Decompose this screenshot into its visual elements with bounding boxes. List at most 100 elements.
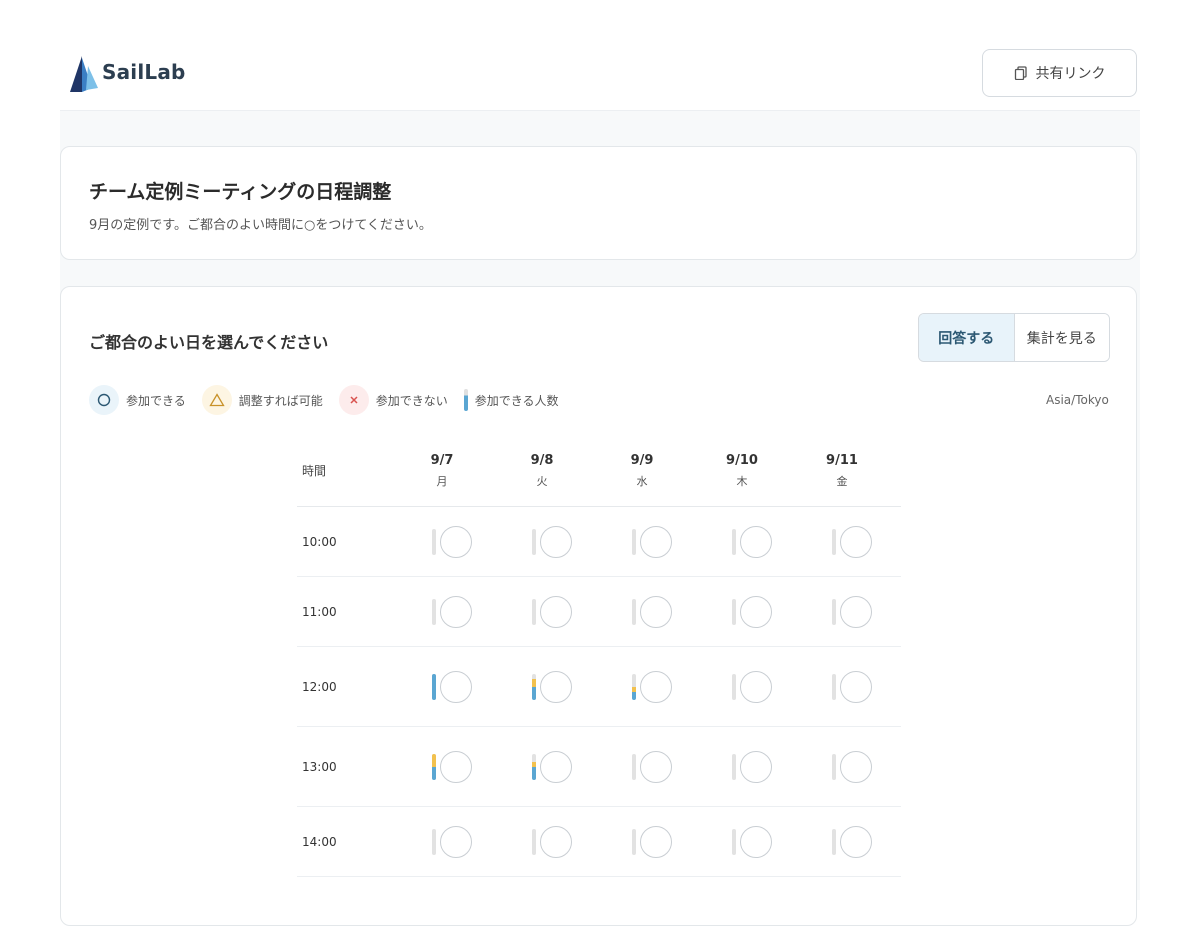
answer-circle-button[interactable] [740, 525, 772, 558]
availability-cell [832, 670, 872, 703]
count-bar [432, 528, 436, 555]
count-bar [732, 828, 736, 855]
answer-circle-button[interactable] [740, 825, 772, 858]
availability-cell [632, 750, 672, 783]
answer-circle-button[interactable] [840, 595, 872, 628]
row-time: 11:00 [302, 604, 337, 619]
count-bar [832, 828, 836, 855]
availability-cell [732, 525, 772, 558]
count-bar [732, 598, 736, 625]
schedule-table: 時間 9/7 月 9/8 火 9/9 水 9/10 木 9/11 金 10:00 11:00 12:0… [297, 437, 901, 877]
table-row: 14:00 [297, 807, 901, 877]
time-column-header: 時間 [302, 464, 327, 478]
legend-maybe: 調整すれば可能 [201, 385, 323, 415]
count-bar [732, 673, 736, 700]
legend-no-label: 参加できない [375, 393, 448, 408]
day-weekday: 火 [536, 475, 548, 488]
count-bar [732, 753, 736, 780]
day-date: 9/10 [726, 453, 758, 468]
availability-cell [832, 750, 872, 783]
legend-count: 参加できる人数 [463, 389, 559, 411]
copy-icon [1014, 66, 1027, 80]
legend-ok-label: 参加できる [126, 393, 186, 408]
answer-tab[interactable]: 回答する [919, 314, 1015, 361]
brand-name: SailLab [102, 60, 186, 84]
answer-circle-button[interactable] [640, 750, 672, 783]
day-header: 9/10 木 [712, 453, 772, 489]
day-header: 9/9 水 [612, 453, 672, 489]
table-row: 11:00 [297, 577, 901, 647]
availability-cell [532, 670, 572, 703]
answer-circle-button[interactable] [840, 825, 872, 858]
row-time: 14:00 [302, 834, 337, 849]
day-weekday: 木 [736, 475, 748, 488]
answer-circle-button[interactable] [740, 595, 772, 628]
answer-circle-button[interactable] [840, 670, 872, 703]
answer-circle-button[interactable] [440, 595, 472, 628]
row-time: 10:00 [302, 534, 337, 549]
answer-circle-button[interactable] [540, 670, 572, 703]
availability-cell [432, 595, 472, 628]
availability-cell [632, 825, 672, 858]
legend: 参加できる 調整すれば可能 参加できない 参加できる人数 [89, 385, 575, 415]
ok-fill [532, 686, 536, 700]
table-row: 13:00 [297, 727, 901, 807]
day-date: 9/8 [530, 453, 554, 468]
answer-circle-button[interactable] [440, 670, 472, 703]
answer-circle-button[interactable] [840, 750, 872, 783]
ok-fill [632, 691, 636, 700]
legend-ok: 参加できる [89, 385, 186, 415]
legend-count-label: 参加できる人数 [474, 393, 559, 408]
count-bar [532, 598, 536, 625]
availability-cell [832, 595, 872, 628]
answer-circle-button[interactable] [740, 670, 772, 703]
availability-cell [632, 670, 672, 703]
maybe-fill [432, 753, 436, 767]
count-bar [732, 528, 736, 555]
answer-circle-button[interactable] [440, 825, 472, 858]
count-bar [632, 598, 636, 625]
answer-circle-button[interactable] [640, 595, 672, 628]
answer-circle-button[interactable] [840, 525, 872, 558]
availability-cell [532, 825, 572, 858]
row-time: 12:00 [302, 679, 337, 694]
answer-circle-button[interactable] [640, 525, 672, 558]
availability-cell [632, 525, 672, 558]
count-bar [632, 828, 636, 855]
day-header: 9/11 金 [812, 453, 872, 489]
day-date: 9/11 [826, 453, 858, 468]
ok-fill [432, 766, 436, 780]
event-title: チーム定例ミーティングの日程調整 [89, 181, 392, 203]
answer-circle-button[interactable] [640, 670, 672, 703]
share-link-button[interactable]: 共有リンク [982, 49, 1137, 97]
count-bar-icon [463, 389, 468, 411]
row-time: 13:00 [302, 759, 337, 774]
schedule-card: ご都合のよい日を選んでください 回答する 集計を見る 参加できる 調整すれば可能… [60, 286, 1137, 926]
availability-cell [432, 825, 472, 858]
answer-circle-button[interactable] [540, 825, 572, 858]
count-bar [532, 528, 536, 555]
count-bar [532, 673, 536, 700]
answer-circle-button[interactable] [540, 595, 572, 628]
answer-circle-button[interactable] [540, 525, 572, 558]
summary-tab[interactable]: 集計を見る [1014, 314, 1109, 361]
table-row: 10:00 [297, 507, 901, 577]
day-header: 9/7 月 [412, 453, 472, 489]
schedule-heading: ご都合のよい日を選んでください [89, 333, 329, 352]
availability-cell [532, 750, 572, 783]
count-bar [432, 673, 436, 700]
answer-circle-button[interactable] [440, 525, 472, 558]
ok-fill [432, 673, 436, 700]
availability-cell [732, 825, 772, 858]
answer-circle-button[interactable] [640, 825, 672, 858]
answer-circle-button[interactable] [540, 750, 572, 783]
triangle-icon [201, 385, 232, 415]
brand-logo[interactable]: SailLab [68, 52, 188, 92]
count-bar [832, 673, 836, 700]
count-bar [432, 598, 436, 625]
count-bar [632, 753, 636, 780]
answer-circle-button[interactable] [440, 750, 472, 783]
availability-cell [432, 525, 472, 558]
availability-cell [732, 670, 772, 703]
answer-circle-button[interactable] [740, 750, 772, 783]
